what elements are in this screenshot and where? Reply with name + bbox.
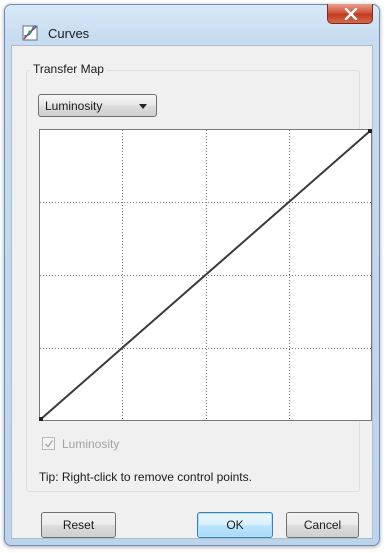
close-icon (344, 8, 358, 20)
curves-icon (22, 24, 40, 42)
close-button[interactable] (327, 4, 373, 24)
curve-graph[interactable] (39, 129, 372, 421)
cancel-button[interactable]: Cancel (286, 512, 359, 538)
luminosity-checkbox-label: Luminosity (62, 437, 120, 451)
chevron-down-icon (139, 104, 147, 109)
curve-editor[interactable] (39, 129, 372, 424)
tip-text: Tip: Right-click to remove control point… (39, 470, 252, 484)
channel-dropdown[interactable]: Luminosity (38, 94, 157, 117)
ok-button[interactable]: OK (197, 512, 273, 538)
control-point[interactable] (39, 417, 43, 421)
luminosity-checkbox[interactable] (42, 437, 55, 450)
reset-button[interactable]: Reset (41, 512, 116, 538)
check-icon (45, 440, 54, 448)
group-label: Transfer Map (30, 62, 107, 76)
dialog-body: Transfer Map Luminosity Luminosity Tip: … (11, 45, 373, 539)
title-bar[interactable]: Curves (5, 4, 379, 42)
dropdown-value: Luminosity (45, 99, 103, 113)
curves-dialog: Curves Transfer Map Luminosity Luminosit… (4, 4, 380, 546)
control-point[interactable] (368, 129, 372, 133)
window-title: Curves (48, 26, 90, 41)
